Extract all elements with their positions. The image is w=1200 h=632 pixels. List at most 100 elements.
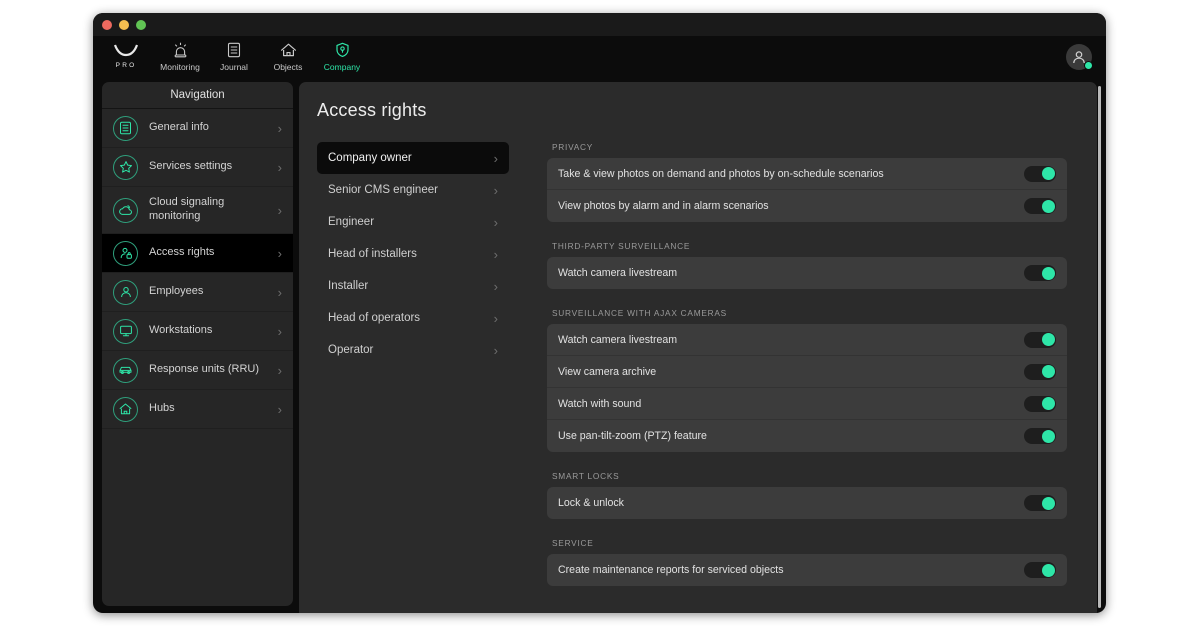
permission-group-service: Create maintenance reports for serviced …	[547, 554, 1067, 586]
role-item-head-of-installers[interactable]: Head of installers ›	[317, 238, 509, 270]
siren-icon	[173, 41, 188, 59]
role-item-operator[interactable]: Operator ›	[317, 334, 509, 366]
toggle-knob	[1042, 200, 1055, 213]
role-item-head-of-operators[interactable]: Head of operators ›	[317, 302, 509, 334]
role-item-installer[interactable]: Installer ›	[317, 270, 509, 302]
toggle-knob	[1042, 430, 1055, 443]
chevron-right-icon: ›	[278, 122, 282, 135]
permission-toggle[interactable]	[1024, 332, 1056, 348]
permission-toggle[interactable]	[1024, 364, 1056, 380]
nav-item-objects[interactable]: Objects	[261, 36, 315, 72]
permission-row: Lock & unlock	[547, 487, 1067, 519]
permission-row: Watch camera livestream	[547, 324, 1067, 356]
cloud-circle-icon	[113, 198, 138, 223]
minimize-window-button[interactable]	[119, 20, 129, 30]
avatar[interactable]	[1066, 44, 1092, 70]
sidebar-item-label: Workstations	[149, 324, 267, 338]
nav-item-label: Objects	[274, 62, 303, 72]
nav-item-label: Journal	[220, 62, 248, 72]
sidebar-item-cloud-signaling-monitoring[interactable]: Cloud signaling monitoring ›	[102, 187, 293, 234]
role-label: Senior CMS engineer	[328, 184, 494, 196]
permission-label: View photos by alarm and in alarm scenar…	[558, 200, 1024, 212]
top-navigation: PRO Monitoring Journal	[93, 36, 1106, 82]
role-item-senior-cms-engineer[interactable]: Senior CMS engineer ›	[317, 174, 509, 206]
role-item-company-owner[interactable]: Company owner ›	[317, 142, 509, 174]
page-title: Access rights	[299, 82, 1097, 121]
nav-item-monitoring[interactable]: Monitoring	[153, 36, 207, 72]
sidebar-item-hubs[interactable]: Hubs ›	[102, 390, 293, 429]
toggle-knob	[1042, 397, 1055, 410]
permission-toggle[interactable]	[1024, 396, 1056, 412]
toggle-knob	[1042, 497, 1055, 510]
toggle-knob	[1042, 267, 1055, 280]
house-circle-icon	[113, 397, 138, 422]
document-icon	[227, 41, 241, 59]
toggle-knob	[1042, 167, 1055, 180]
star-circle-icon	[113, 155, 138, 180]
permission-toggle[interactable]	[1024, 166, 1056, 182]
permission-toggle[interactable]	[1024, 265, 1056, 281]
permission-group-smart-locks: Lock & unlock	[547, 487, 1067, 519]
sidebar-item-response-units[interactable]: Response units (RRU) ›	[102, 351, 293, 390]
section-label-privacy: PRIVACY	[552, 142, 1067, 152]
chevron-right-icon: ›	[278, 403, 282, 416]
sidebar-item-label: Services settings	[149, 160, 267, 174]
vertical-scrollbar[interactable]	[1098, 86, 1101, 608]
sidebar-item-employees[interactable]: Employees ›	[102, 273, 293, 312]
window-titlebar	[93, 13, 1106, 36]
role-label: Head of operators	[328, 312, 494, 324]
nav-item-label: Company	[324, 62, 360, 72]
role-label: Operator	[328, 344, 494, 356]
sidebar-item-workstations[interactable]: Workstations ›	[102, 312, 293, 351]
chevron-right-icon: ›	[494, 312, 498, 325]
permission-label: Use pan-tilt-zoom (PTZ) feature	[558, 430, 1024, 442]
permission-label: Create maintenance reports for serviced …	[558, 564, 1024, 576]
permission-label: Watch camera livestream	[558, 334, 1024, 346]
app-window: PRO Monitoring Journal	[93, 13, 1106, 613]
permission-toggle[interactable]	[1024, 562, 1056, 578]
chevron-right-icon: ›	[494, 280, 498, 293]
sidebar-item-label: Employees	[149, 285, 267, 299]
chevron-right-icon: ›	[494, 344, 498, 357]
role-list: Company owner › Senior CMS engineer › En…	[317, 142, 509, 586]
nav-item-company[interactable]: Company	[315, 36, 369, 72]
permission-label: Watch camera livestream	[558, 267, 1024, 279]
toggle-knob	[1042, 365, 1055, 378]
chevron-right-icon: ›	[494, 248, 498, 261]
close-window-button[interactable]	[102, 20, 112, 30]
permission-label: Lock & unlock	[558, 497, 1024, 509]
permission-label: View camera archive	[558, 366, 1024, 378]
content-columns: Company owner › Senior CMS engineer › En…	[299, 121, 1097, 586]
permission-row: Create maintenance reports for serviced …	[547, 554, 1067, 586]
permission-toggle[interactable]	[1024, 495, 1056, 511]
role-label: Installer	[328, 280, 494, 292]
permission-label: Take & view photos on demand and photos …	[558, 168, 1024, 180]
sidebar-item-services-settings[interactable]: Services settings ›	[102, 148, 293, 187]
permission-label: Watch with sound	[558, 398, 1024, 410]
main-panel: Access rights Company owner › Senior CMS…	[299, 82, 1097, 613]
brand-logo[interactable]: PRO	[99, 36, 153, 69]
role-label: Company owner	[328, 152, 494, 164]
sidebar-item-general-info[interactable]: General info ›	[102, 109, 293, 148]
sidebar-item-access-rights[interactable]: Access rights ›	[102, 234, 293, 273]
nav-item-journal[interactable]: Journal	[207, 36, 261, 72]
sidebar-item-label: General info	[149, 121, 267, 135]
chevron-right-icon: ›	[278, 364, 282, 377]
permission-toggle[interactable]	[1024, 198, 1056, 214]
chevron-right-icon: ›	[278, 286, 282, 299]
shield-icon	[335, 41, 350, 59]
home-icon	[280, 41, 297, 59]
role-label: Engineer	[328, 216, 494, 228]
ajax-logo-icon	[114, 41, 138, 59]
section-label-surveillance-ajax-cameras: SURVEILLANCE WITH AJAX CAMERAS	[552, 308, 1067, 318]
monitor-circle-icon	[113, 319, 138, 344]
maximize-window-button[interactable]	[136, 20, 146, 30]
status-badge	[1084, 61, 1093, 70]
permission-row: View camera archive	[547, 356, 1067, 388]
chevron-right-icon: ›	[494, 152, 498, 165]
chevron-right-icon: ›	[278, 325, 282, 338]
role-item-engineer[interactable]: Engineer ›	[317, 206, 509, 238]
permission-toggle[interactable]	[1024, 428, 1056, 444]
sidebar-item-label: Response units (RRU)	[149, 363, 267, 377]
toggle-knob	[1042, 564, 1055, 577]
